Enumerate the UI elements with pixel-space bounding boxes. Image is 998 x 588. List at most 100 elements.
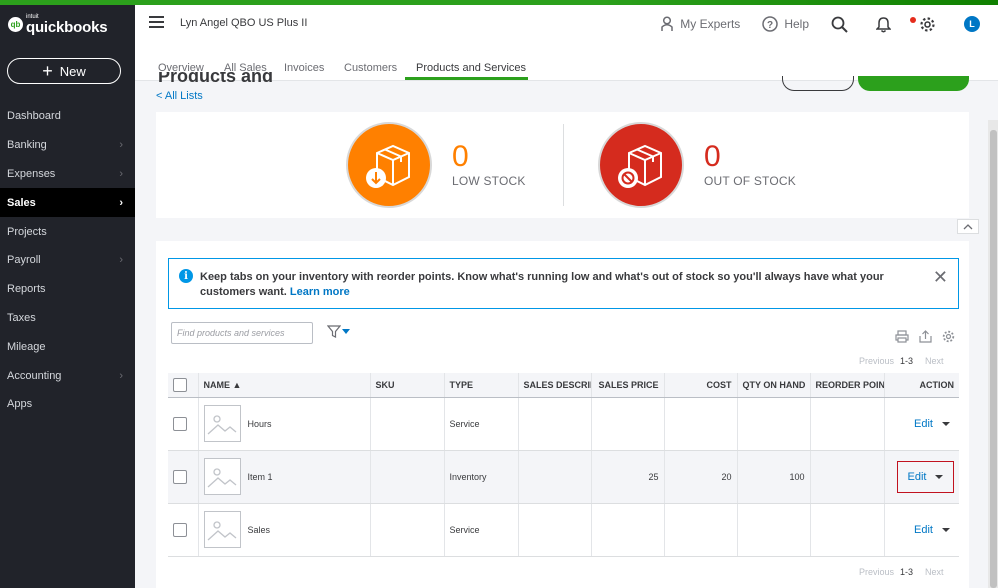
search-icon — [831, 16, 848, 33]
sidebar-item-mileage[interactable]: Mileage — [0, 332, 135, 361]
out-of-stock-label: OUT OF STOCK — [704, 174, 796, 188]
product-reorder — [810, 450, 885, 504]
product-reorder — [810, 397, 885, 451]
close-icon[interactable]: ✕ — [933, 268, 948, 286]
search-input[interactable] — [171, 322, 313, 344]
product-sku — [370, 503, 445, 557]
products-list-card: i Keep tabs on your inventory with reord… — [156, 241, 969, 588]
product-type: Service — [444, 503, 519, 557]
tab-products-and-services[interactable]: Products and Services — [416, 62, 526, 74]
table-header-row: NAME ▲ SKU TYPE SALES DESCRIPTION SALES … — [168, 373, 959, 398]
product-name: Hours — [247, 418, 272, 429]
sidebar-item-projects[interactable]: Projects — [0, 217, 135, 246]
filter-button[interactable] — [327, 325, 350, 338]
more-button[interactable] — [782, 76, 854, 91]
table-settings-button[interactable] — [942, 330, 955, 343]
collapse-stock-button[interactable] — [957, 219, 979, 234]
new-product-button[interactable] — [858, 76, 969, 91]
sidebar-item-taxes[interactable]: Taxes — [0, 304, 135, 333]
page-scrollbar-thumb[interactable] — [990, 130, 997, 588]
chevron-right-icon: › — [119, 196, 123, 209]
product-name: Item 1 — [247, 471, 273, 482]
help-button[interactable]: ? Help — [762, 16, 809, 32]
image-placeholder-icon[interactable] — [203, 458, 241, 495]
stock-divider — [563, 124, 564, 206]
sidebar: qb intuit quickbooks + New Dashboard Ban… — [0, 5, 135, 588]
product-cost — [664, 397, 738, 451]
col-sales-price-header[interactable]: SALES PRICE — [591, 373, 665, 398]
row-checkbox[interactable] — [173, 469, 187, 484]
image-placeholder-icon[interactable] — [203, 511, 241, 548]
sidebar-item-apps[interactable]: Apps — [0, 390, 135, 419]
product-cost — [664, 503, 738, 557]
new-button[interactable]: + New — [7, 58, 121, 84]
caret-down-icon[interactable] — [942, 421, 950, 426]
col-qty-on-hand-header[interactable]: QTY ON HAND — [737, 373, 811, 398]
reorder-info-banner: i Keep tabs on your inventory with reord… — [168, 258, 959, 309]
account-button[interactable]: L — [964, 16, 980, 32]
product-price: 25 — [591, 450, 665, 504]
image-placeholder-icon[interactable] — [203, 405, 241, 442]
low-stock-widget[interactable]: 0 LOW STOCK — [346, 122, 526, 208]
sidebar-item-sales[interactable]: Sales › — [0, 188, 135, 218]
col-cost-header[interactable]: COST — [664, 373, 738, 398]
notifications-button[interactable] — [876, 16, 897, 33]
search-button[interactable] — [831, 16, 854, 33]
learn-more-link[interactable]: Learn more — [290, 286, 350, 298]
print-button[interactable] — [895, 330, 909, 343]
caret-down-icon[interactable] — [942, 527, 950, 532]
filter-icon — [327, 325, 341, 338]
my-experts-label: My Experts — [680, 17, 741, 31]
export-button[interactable] — [919, 330, 932, 343]
sidebar-item-accounting[interactable]: Accounting › — [0, 361, 135, 390]
col-sku-header[interactable]: SKU — [370, 373, 445, 398]
select-all-cell — [168, 373, 199, 398]
pager-next[interactable]: Next — [925, 567, 944, 577]
caret-down-icon[interactable] — [935, 474, 944, 479]
pager-next[interactable]: Next — [925, 356, 944, 366]
sidebar-nav: Dashboard Banking › Expenses › Sales › Proj… — [0, 102, 135, 419]
tab-customers[interactable]: Customers — [344, 62, 397, 74]
col-reorder-point-header[interactable]: REORDER POINT — [810, 373, 885, 398]
out-of-stock-icon — [598, 122, 684, 208]
sidebar-item-label: Accounting — [7, 369, 62, 382]
pager-previous[interactable]: Previous — [859, 567, 894, 577]
print-icon — [895, 330, 909, 343]
row-checkbox[interactable] — [173, 416, 187, 431]
plus-icon: + — [42, 61, 53, 81]
row-checkbox[interactable] — [173, 522, 187, 537]
my-experts-button[interactable]: My Experts — [660, 16, 740, 32]
all-lists-link[interactable]: < All Lists — [156, 90, 203, 102]
gear-icon — [942, 330, 955, 343]
col-name-header[interactable]: NAME ▲ — [198, 373, 371, 398]
col-type-header[interactable]: TYPE — [444, 373, 519, 398]
hamburger-menu-icon[interactable] — [149, 16, 164, 28]
pager-previous[interactable]: Previous — [859, 356, 894, 366]
sidebar-item-expenses[interactable]: Expenses › — [0, 160, 135, 189]
edit-link[interactable]: Edit — [914, 418, 933, 430]
col-sales-description-header[interactable]: SALES DESCRIPTION — [518, 373, 592, 398]
quickbooks-logo[interactable]: qb intuit quickbooks — [8, 14, 108, 35]
product-cost: 20 — [664, 450, 738, 504]
out-of-stock-count: 0 — [704, 140, 721, 173]
pager-range: 1-3 — [900, 567, 914, 577]
product-description — [518, 397, 592, 451]
banner-text-wrap: Keep tabs on your inventory with reorder… — [200, 270, 910, 300]
pager-range: 1-3 — [900, 356, 914, 366]
edit-link[interactable]: Edit — [914, 524, 933, 536]
settings-button[interactable] — [919, 16, 942, 33]
sidebar-item-reports[interactable]: Reports — [0, 275, 135, 304]
sidebar-item-dashboard[interactable]: Dashboard — [0, 102, 135, 131]
sidebar-item-payroll[interactable]: Payroll › — [0, 246, 135, 275]
product-type: Service — [444, 397, 519, 451]
edit-link[interactable]: Edit — [908, 471, 927, 483]
sidebar-item-banking[interactable]: Banking › — [0, 131, 135, 160]
select-all-checkbox[interactable] — [173, 377, 187, 392]
page-title-clip: Products and Services — [158, 72, 343, 88]
notification-dot — [910, 17, 916, 23]
new-button-label: New — [59, 63, 86, 79]
col-action-header: ACTION — [884, 373, 959, 398]
out-of-stock-widget[interactable]: 0 OUT OF STOCK — [598, 122, 796, 208]
sidebar-item-label: Mileage — [7, 340, 46, 353]
products-table: NAME ▲ SKU TYPE SALES DESCRIPTION SALES … — [168, 373, 959, 557]
